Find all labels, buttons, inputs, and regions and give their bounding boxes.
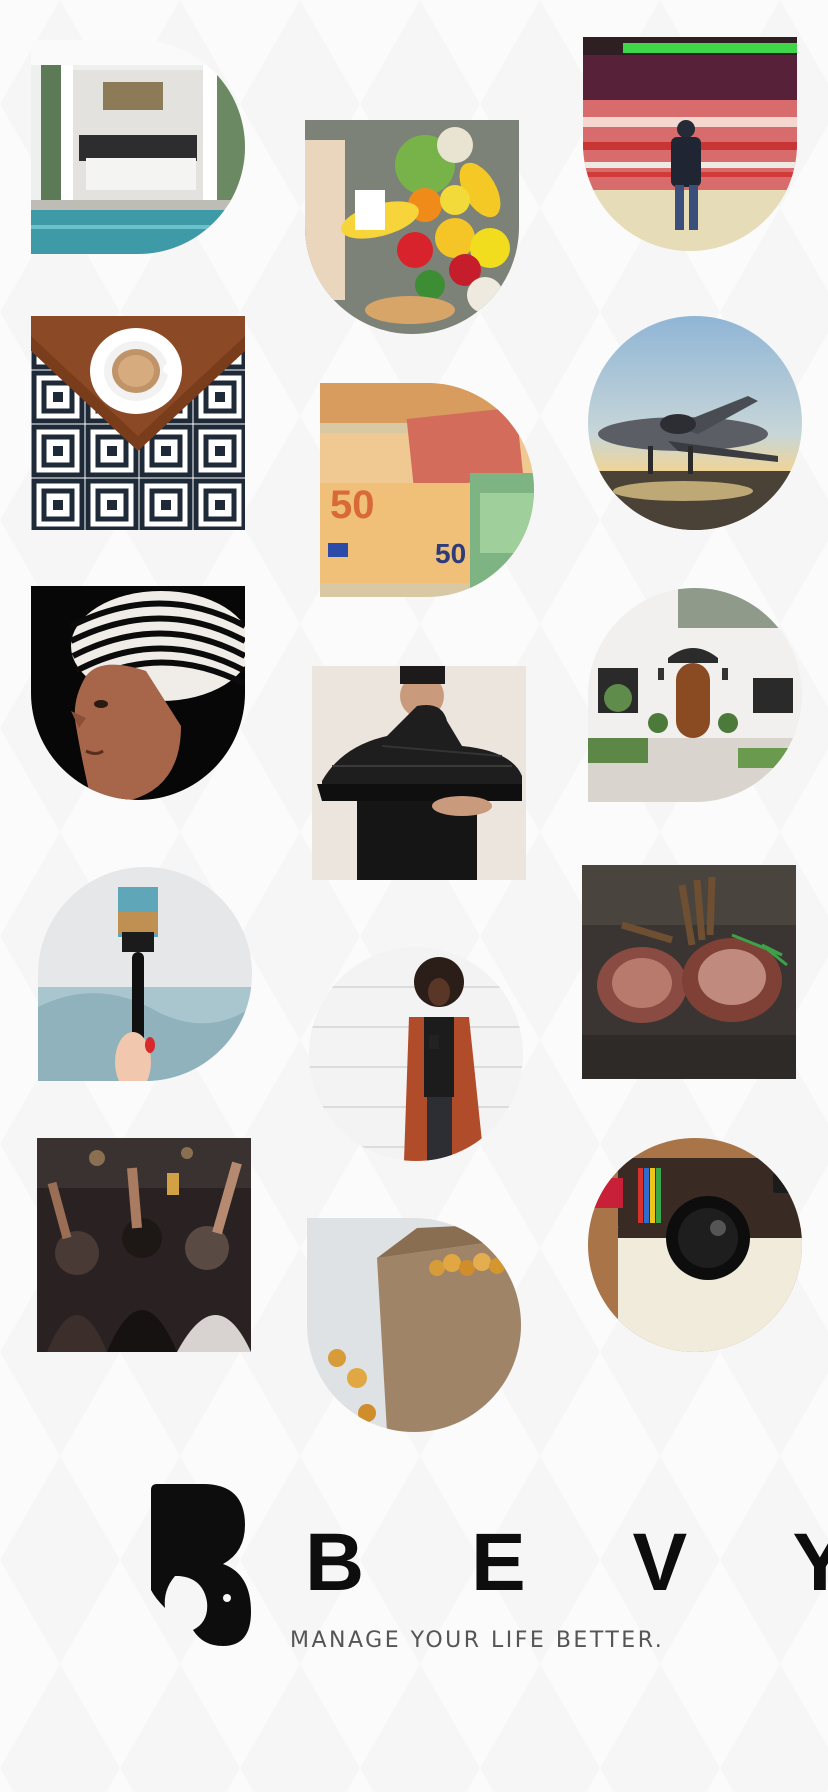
train-station-photo (583, 37, 797, 251)
private-jet-photo (588, 316, 802, 530)
sneaker-photo (312, 666, 526, 880)
house-facade-photo (588, 588, 802, 802)
paint-brush-photo (38, 867, 252, 1081)
collage-page: 50 50 B E V MANAGE YOUR LIFE BETTER. (0, 0, 828, 1792)
svg-text:50: 50 (435, 538, 466, 569)
instagram-camera-illustration-photo (588, 1138, 802, 1352)
bevy-b-logo-icon (145, 1480, 255, 1650)
popcorn-bag-photo (307, 1218, 521, 1432)
brand-tagline: MANAGE YOUR LIFE BETTER. (290, 1628, 665, 1653)
lamb-rack-dish-photo (582, 865, 796, 1079)
brand-lockup: B E V Y MANAGE YOUR LIFE BETTER. (145, 1480, 828, 1660)
coffee-cup-photo (31, 316, 245, 530)
euro-banknotes-photo: 50 50 (320, 383, 534, 597)
groceries-photo (305, 120, 519, 334)
bedroom-pool-photo (31, 40, 245, 254)
svg-text:50: 50 (330, 483, 375, 527)
woman-phone-photo (309, 947, 523, 1161)
striped-headwrap-portrait-photo (31, 586, 245, 800)
concert-crowd-photo (37, 1138, 251, 1352)
brand-name: B E V Y (305, 1517, 828, 1608)
